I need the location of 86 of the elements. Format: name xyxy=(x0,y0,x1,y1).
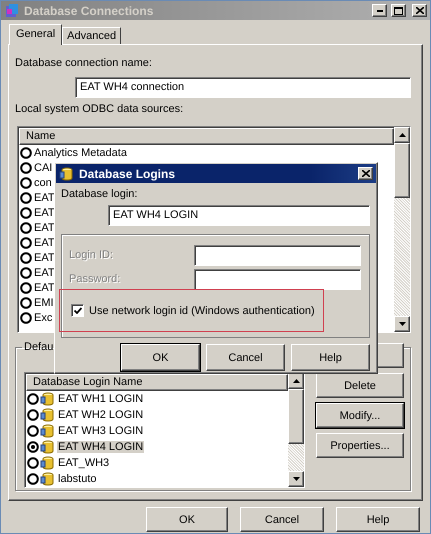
radio-button[interactable] xyxy=(20,206,32,218)
minimize-icon xyxy=(376,10,382,12)
close-button[interactable] xyxy=(358,167,373,180)
scroll-up-icon[interactable] xyxy=(292,379,300,383)
dialog-button[interactable]: Help xyxy=(291,344,370,371)
dialog-button[interactable]: OK xyxy=(146,507,228,532)
dialog-button[interactable]: Help xyxy=(336,507,420,532)
input-field[interactable] xyxy=(194,268,361,290)
list-item[interactable]: con xyxy=(33,176,53,188)
database-icon xyxy=(40,391,56,407)
list-item[interactable]: EAT xyxy=(33,222,56,234)
field-label: Password: xyxy=(69,273,120,285)
radio-button[interactable] xyxy=(20,222,32,234)
window-title: Database Connections xyxy=(24,4,154,18)
radio-button[interactable] xyxy=(20,146,32,158)
app-icon xyxy=(4,2,20,18)
field-label: Login ID: xyxy=(69,249,114,261)
close-button[interactable] xyxy=(412,4,427,17)
list-item[interactable]: Analytics Metadata xyxy=(33,146,128,158)
dialog-title: Database Logins xyxy=(79,166,176,180)
list-item[interactable]: EAT_WH3 xyxy=(57,457,110,469)
radio-button[interactable] xyxy=(27,393,39,405)
input-field[interactable] xyxy=(194,244,361,266)
list-item[interactable]: EAT xyxy=(33,282,56,294)
radio-button[interactable] xyxy=(20,236,32,248)
tab[interactable]: General xyxy=(9,24,62,45)
field-label: Database connection name: xyxy=(15,57,153,69)
radio-button[interactable] xyxy=(27,425,39,437)
list-item[interactable]: EAT WH3 LOGIN xyxy=(57,425,144,437)
list-item[interactable]: Exc xyxy=(33,312,54,324)
database-icon xyxy=(40,439,56,455)
scroll-up-icon[interactable] xyxy=(398,133,406,137)
minimize-button[interactable] xyxy=(372,4,387,17)
database-icon xyxy=(59,166,75,182)
list-item[interactable]: EAT WH2 LOGIN xyxy=(57,409,144,421)
dialog-button[interactable]: Cancel xyxy=(206,344,285,371)
radio-button[interactable] xyxy=(27,409,39,421)
radio-button[interactable] xyxy=(20,176,32,188)
radio-button[interactable] xyxy=(20,312,32,324)
field-label: Database login: xyxy=(61,188,138,200)
scroll-down-icon[interactable] xyxy=(398,322,406,326)
checkbox-label: Use network login id (Windows authentication) xyxy=(89,304,315,316)
maximize-icon xyxy=(394,6,403,14)
close-icon xyxy=(416,7,424,14)
radio-button[interactable] xyxy=(27,441,39,453)
input-field[interactable]: EAT WH4 LOGIN xyxy=(108,205,370,226)
list-item[interactable]: EAT WH4 LOGIN xyxy=(57,441,144,453)
database-icon xyxy=(40,455,56,471)
dialog-button[interactable]: OK xyxy=(121,344,200,371)
list-item[interactable]: EAT xyxy=(33,206,56,218)
list-item[interactable]: EMI xyxy=(33,296,55,308)
database-icon xyxy=(40,471,56,487)
group-label: Defau xyxy=(23,341,54,353)
scrollbar[interactable] xyxy=(394,127,410,332)
column-header[interactable]: Name xyxy=(19,128,394,145)
close-icon xyxy=(362,170,370,177)
radio-button[interactable] xyxy=(20,192,32,204)
list-action-button[interactable]: Modify... xyxy=(316,403,404,428)
tab[interactable]: Advanced xyxy=(62,27,122,44)
list-action-button[interactable]: Delete xyxy=(316,373,404,398)
radio-button[interactable] xyxy=(20,282,32,294)
radio-button[interactable] xyxy=(20,252,32,264)
column-header[interactable]: Database Login Name xyxy=(26,374,288,391)
scrollbar[interactable] xyxy=(288,373,304,487)
list-label: Local system ODBC data sources: xyxy=(15,103,184,115)
maximize-button[interactable] xyxy=(391,4,406,17)
list-item[interactable]: EAT WH1 LOGIN xyxy=(57,393,144,405)
radio-button[interactable] xyxy=(27,457,39,469)
list-item[interactable]: EAT xyxy=(33,236,56,248)
input-field[interactable]: EAT WH4 connection xyxy=(75,77,411,98)
radio-button[interactable] xyxy=(20,266,32,278)
database-icon xyxy=(40,407,56,423)
dialog-button[interactable]: Cancel xyxy=(240,507,324,532)
list-item[interactable]: EAT xyxy=(33,192,56,204)
list-item[interactable]: CAI xyxy=(33,162,54,174)
database-icon xyxy=(40,423,56,439)
list-action-button[interactable]: Properties... xyxy=(316,433,404,458)
scroll-down-icon[interactable] xyxy=(292,477,300,481)
list-item[interactable]: EAT xyxy=(33,266,56,278)
list-item[interactable]: EAT xyxy=(33,252,56,264)
radio-button[interactable] xyxy=(20,162,32,174)
check-icon xyxy=(74,307,82,314)
checkbox[interactable] xyxy=(71,304,84,317)
list-item[interactable]: labstuto xyxy=(57,473,98,485)
radio-button[interactable] xyxy=(20,296,32,308)
radio-button[interactable] xyxy=(27,473,39,485)
